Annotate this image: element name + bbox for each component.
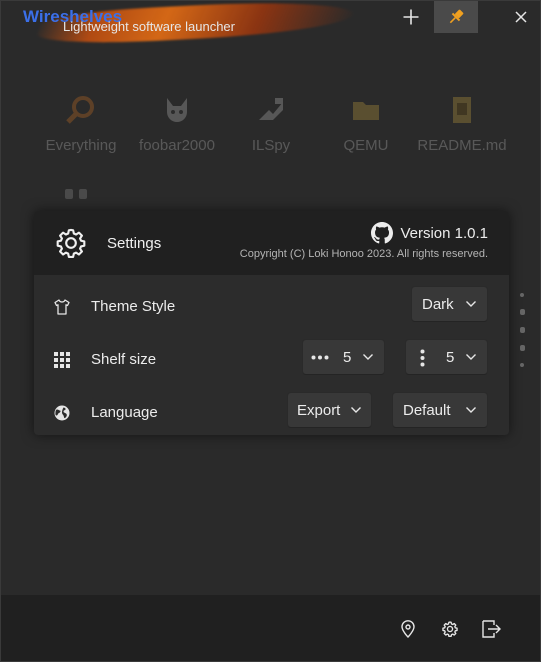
foobar-icon [160, 93, 194, 127]
shelf-item-label: QEMU [343, 137, 389, 154]
language-row: Language Export Default [34, 392, 509, 432]
bottom-toolbar [1, 595, 540, 661]
github-icon[interactable] [371, 222, 393, 244]
chevron-down-icon [466, 407, 476, 413]
title-bar[interactable]: Wireshelves Lightweight software launche… [1, 1, 540, 48]
shelf-rows-dropdown[interactable]: 5 [405, 339, 488, 375]
shelf-item[interactable]: Everything [31, 93, 131, 154]
gear-icon [56, 228, 86, 258]
language-dropdown[interactable]: Default [392, 392, 488, 428]
exit-icon [482, 620, 501, 638]
theme-style-dropdown[interactable]: Dark [411, 286, 488, 322]
shelf-size-label: Shelf size [91, 351, 157, 368]
theme-style-label: Theme Style [91, 298, 176, 315]
version-label: Version 1.0.1 [400, 225, 488, 242]
folder-icon [349, 93, 383, 127]
chevron-down-icon [466, 301, 476, 307]
shelf-item[interactable]: foobar2000 [127, 93, 227, 154]
shelf-size-row: Shelf size 5 5 [34, 339, 509, 379]
globe-icon [52, 403, 72, 423]
settings-button[interactable] [438, 617, 462, 641]
grid-icon [52, 350, 72, 370]
shelf-row-fragment [65, 189, 87, 199]
chevron-down-icon [466, 354, 476, 360]
settings-title: Settings [107, 235, 162, 252]
export-label: Export [297, 401, 341, 419]
shelf-page-indicator[interactable] [520, 293, 525, 379]
language-label: Language [91, 404, 158, 421]
shirt-icon [52, 297, 72, 317]
settings-panel: Settings Version 1.0.1 Copyright (C) Lok… [34, 211, 509, 435]
shelf-item[interactable]: README.md [412, 93, 512, 154]
shelf-columns-value: 5 [343, 348, 352, 366]
horizontal-dots-icon [311, 355, 329, 360]
add-button[interactable] [395, 1, 427, 33]
copyright-label: Copyright (C) Loki Honoo 2023. All right… [239, 248, 488, 260]
shelf-item[interactable]: ILSpy [221, 93, 321, 154]
close-button[interactable] [505, 1, 537, 33]
app-subtitle: Lightweight software launcher [63, 19, 235, 34]
shelf-item-label: Everything [45, 137, 117, 154]
shelf-item-label: README.md [417, 137, 507, 154]
chevron-down-icon [363, 354, 373, 360]
document-icon [445, 93, 479, 127]
search-icon [64, 93, 98, 127]
location-icon [401, 620, 415, 638]
shelf-item-label: foobar2000 [139, 137, 215, 154]
pin-icon [449, 9, 464, 24]
location-button[interactable] [396, 617, 420, 641]
shelf-columns-dropdown[interactable]: 5 [302, 339, 385, 375]
close-icon [515, 11, 527, 23]
app-window: Wireshelves Lightweight software launche… [0, 0, 541, 662]
settings-icon [442, 621, 458, 638]
shelf-rows-value: 5 [446, 348, 455, 366]
settings-header: Settings Version 1.0.1 Copyright (C) Lok… [34, 211, 509, 275]
shelf-item-label: ILSpy [251, 137, 291, 154]
language-value: Default [403, 401, 451, 419]
theme-style-row: Theme Style Dark [34, 286, 509, 326]
shelf-item[interactable]: QEMU [316, 93, 416, 154]
export-dropdown[interactable]: Export [287, 392, 372, 428]
vertical-dots-icon [420, 349, 425, 367]
chevron-down-icon [351, 407, 361, 413]
theme-style-value: Dark [422, 295, 454, 313]
pin-button[interactable] [434, 1, 478, 33]
exit-button[interactable] [480, 617, 504, 641]
ilspy-icon [254, 93, 288, 127]
plus-icon [403, 9, 419, 25]
